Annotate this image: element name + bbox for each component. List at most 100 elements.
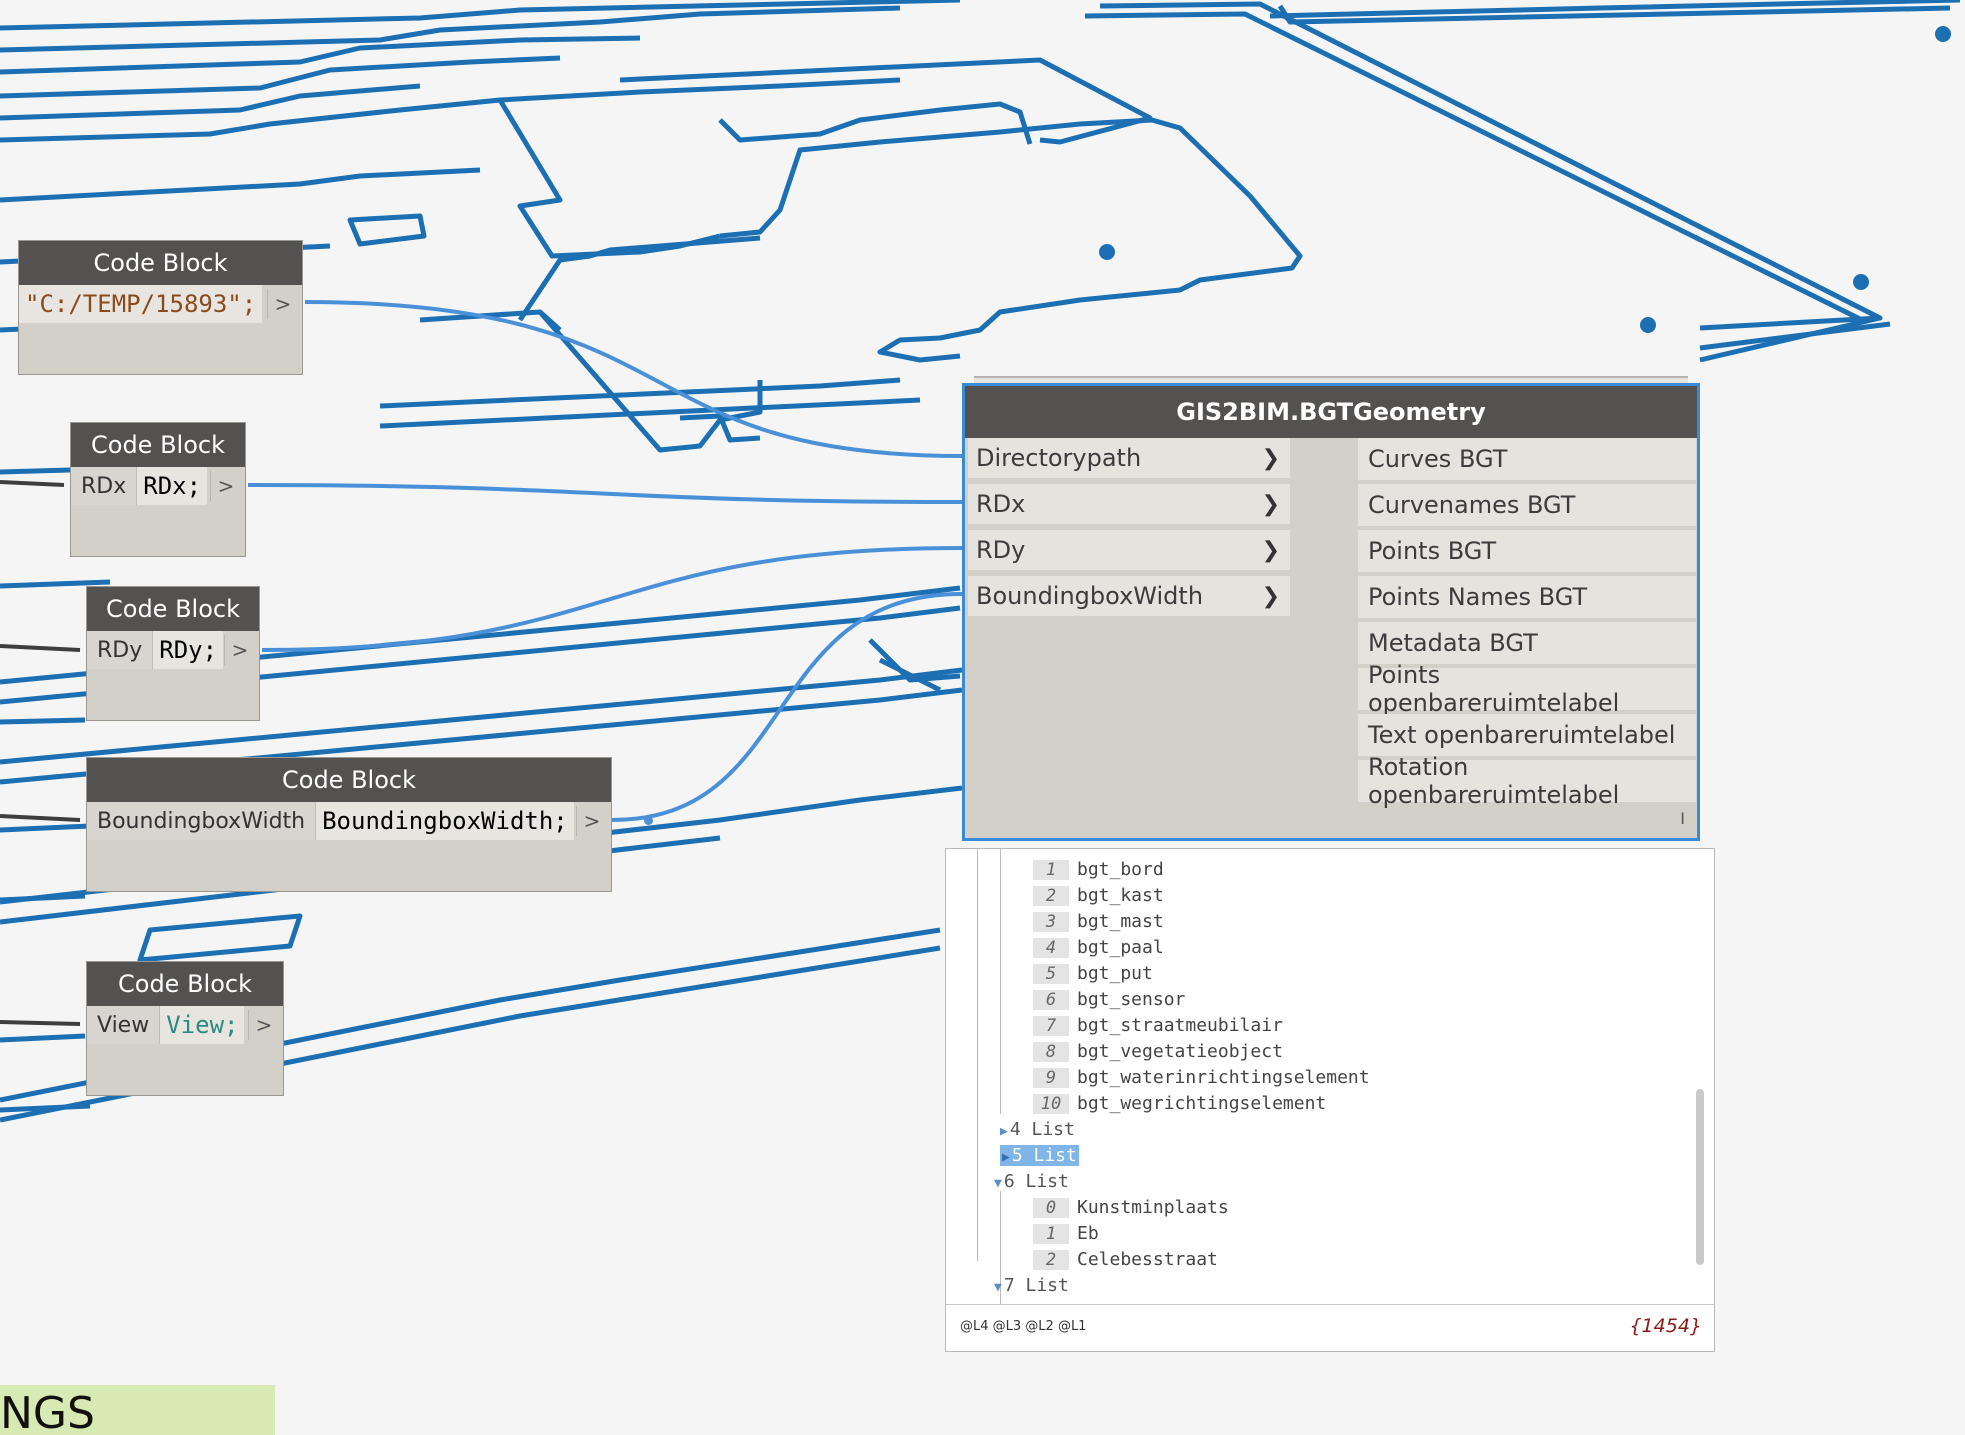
item-index: 9	[1033, 1068, 1069, 1088]
item-value: bgt_waterinrichtingselement	[1077, 1067, 1370, 1088]
list-item: 8 bgt_vegetatieobject	[1033, 1041, 1283, 1062]
list-levels[interactable]: @L4 @L3 @L2 @L1	[960, 1319, 1086, 1334]
code-editor[interactable]: View;	[160, 1006, 245, 1044]
code-block-view[interactable]: Code Block View View; >	[86, 961, 284, 1096]
chevron-right-icon: ❯	[1261, 537, 1280, 563]
preview-footer: @L4 @L3 @L2 @L1 {1454}	[946, 1304, 1714, 1351]
output-port-points-names-bgt[interactable]: Points Names BGT	[1358, 576, 1696, 618]
input-port-rdx[interactable]: RDx ❯	[968, 484, 1290, 526]
list-item: 10 bgt_wegrichtingselement	[1033, 1093, 1326, 1114]
output-port-points-bgt[interactable]: Points BGT	[1358, 530, 1696, 572]
item-value: bgt_vegetatieobject	[1077, 1041, 1283, 1062]
code-text: View;	[166, 1011, 239, 1039]
item-value: Celebesstraat	[1077, 1249, 1218, 1270]
item-value: bgt_kast	[1077, 885, 1164, 906]
input-port-label: RDx	[976, 490, 1026, 518]
code-block-rdx[interactable]: Code Block RDx RDx; >	[70, 422, 246, 557]
input-port-directorypath[interactable]: Directorypath ❯	[968, 438, 1290, 480]
collapse-triangle-icon: ▼	[994, 1176, 1002, 1191]
input-port-rdy[interactable]: RDy ❯	[968, 530, 1290, 572]
code-editor[interactable]: RDx;	[137, 467, 208, 505]
data-preview-bubble[interactable]: 1 bgt_bord 2 bgt_kast 3 bgt_mast 4 bgt_paal …	[945, 848, 1715, 1352]
list-item: 0 Kunstminplaats	[1033, 1197, 1229, 1218]
output-port-points-openbareruimtelabel[interactable]: Points openbareruimtelabel	[1358, 661, 1696, 717]
output-port[interactable]: >	[248, 1010, 279, 1040]
list-label: 5 List	[1011, 1145, 1077, 1166]
code-block-directorypath[interactable]: Code Block "C:/TEMP/15893"; >	[18, 240, 303, 375]
group-title[interactable]: NGS	[0, 1385, 275, 1435]
item-index: 6	[1033, 990, 1069, 1010]
code-text: RDy;	[159, 636, 218, 664]
code-editor[interactable]: "C:/TEMP/15893";	[19, 285, 263, 323]
list-item: 2 bgt_kast	[1033, 885, 1164, 906]
output-port[interactable]: >	[210, 471, 241, 501]
input-port-label[interactable]: RDy	[87, 631, 154, 669]
list-node[interactable]: ▼ 7 List	[994, 1275, 1069, 1296]
chevron-right-icon: ❯	[1261, 491, 1280, 517]
input-port-label: BoundingboxWidth	[976, 582, 1204, 610]
item-value: bgt_put	[1077, 963, 1153, 984]
list-item: 9 bgt_waterinrichtingselement	[1033, 1067, 1370, 1088]
code-block-row: RDx RDx; >	[71, 467, 245, 505]
code-block-title: Code Block	[71, 423, 245, 467]
code-block-row: BoundingboxWidth BoundingboxWidth; >	[87, 802, 611, 840]
expand-triangle-icon: ▶	[1002, 1150, 1010, 1165]
output-port[interactable]: >	[224, 635, 255, 665]
gis2bim-bgtgeometry-node[interactable]: GIS2BIM.BGTGeometry Directorypath ❯ RDx …	[962, 383, 1700, 841]
list-node[interactable]: ▶ 4 List	[1000, 1119, 1075, 1140]
list-item: 5 bgt_put	[1033, 963, 1153, 984]
tree-line	[977, 849, 978, 1261]
output-port-dot	[644, 816, 653, 825]
expand-triangle-icon: ▶	[1000, 1124, 1008, 1139]
list-item: 1 Eb	[1033, 1223, 1099, 1244]
code-text: RDx;	[143, 472, 202, 500]
item-count: {1454}	[1629, 1315, 1702, 1337]
code-block-title: Code Block	[87, 587, 259, 631]
list-node-selected[interactable]: ▶ 5 List	[1000, 1145, 1079, 1166]
item-index: 0	[1033, 1198, 1069, 1218]
list-item: 3 bgt_mast	[1033, 911, 1164, 932]
code-block-title: Code Block	[19, 241, 302, 285]
list-label: 6 List	[1003, 1171, 1069, 1192]
output-port-metadata-bgt[interactable]: Metadata BGT	[1358, 622, 1696, 664]
item-index: 3	[1033, 912, 1069, 932]
item-value: bgt_straatmeubilair	[1077, 1015, 1283, 1036]
code-block-rdy[interactable]: Code Block RDy RDy; >	[86, 586, 260, 721]
code-editor[interactable]: RDy;	[153, 631, 224, 669]
chevron-right-icon: ❯	[1261, 445, 1280, 471]
list-node[interactable]: ▼ 6 List	[994, 1171, 1069, 1192]
vertical-scrollbar[interactable]	[1696, 1089, 1704, 1265]
item-value: bgt_mast	[1077, 911, 1164, 932]
item-index: 2	[1033, 1250, 1069, 1270]
output-port[interactable]: >	[267, 289, 298, 319]
code-text: "C:/TEMP/15893";	[25, 290, 257, 318]
list-item: 7 bgt_straatmeubilair	[1033, 1015, 1283, 1036]
tree-line	[1000, 1191, 1001, 1315]
code-editor[interactable]: BoundingboxWidth;	[316, 802, 574, 840]
code-block-boundingboxwidth[interactable]: Code Block BoundingboxWidth BoundingboxW…	[86, 757, 612, 892]
input-port-label[interactable]: RDx	[71, 467, 138, 505]
output-port-curvenames-bgt[interactable]: Curvenames BGT	[1358, 484, 1696, 526]
list-label: 7 List	[1003, 1275, 1069, 1296]
item-value: Kunstminplaats	[1077, 1197, 1229, 1218]
input-port-boundingboxwidth[interactable]: BoundingboxWidth ❯	[968, 576, 1290, 618]
output-port-text-openbareruimtelabel[interactable]: Text openbareruimtelabel	[1358, 714, 1696, 756]
output-port-curves-bgt[interactable]: Curves BGT	[1358, 438, 1696, 480]
code-block-row: "C:/TEMP/15893"; >	[19, 285, 302, 323]
output-port-rotation-openbareruimtelabel[interactable]: Rotation openbareruimtelabel	[1358, 753, 1696, 809]
resize-handle[interactable]: I	[1680, 809, 1685, 828]
code-block-row: View View; >	[87, 1006, 283, 1044]
list-item: 2 Celebesstraat	[1033, 1249, 1218, 1270]
output-port[interactable]: >	[576, 806, 607, 836]
item-index: 8	[1033, 1042, 1069, 1062]
item-index: 1	[1033, 860, 1069, 880]
item-index: 2	[1033, 886, 1069, 906]
code-block-title: Code Block	[87, 758, 611, 802]
input-port-label[interactable]: View	[87, 1006, 161, 1044]
node-title[interactable]: GIS2BIM.BGTGeometry	[965, 386, 1697, 438]
code-block-row: RDy RDy; >	[87, 631, 259, 669]
collapse-triangle-icon: ▼	[994, 1280, 1002, 1295]
input-port-label[interactable]: BoundingboxWidth	[87, 802, 317, 840]
item-index: 4	[1033, 938, 1069, 958]
code-block-title: Code Block	[87, 962, 283, 1006]
